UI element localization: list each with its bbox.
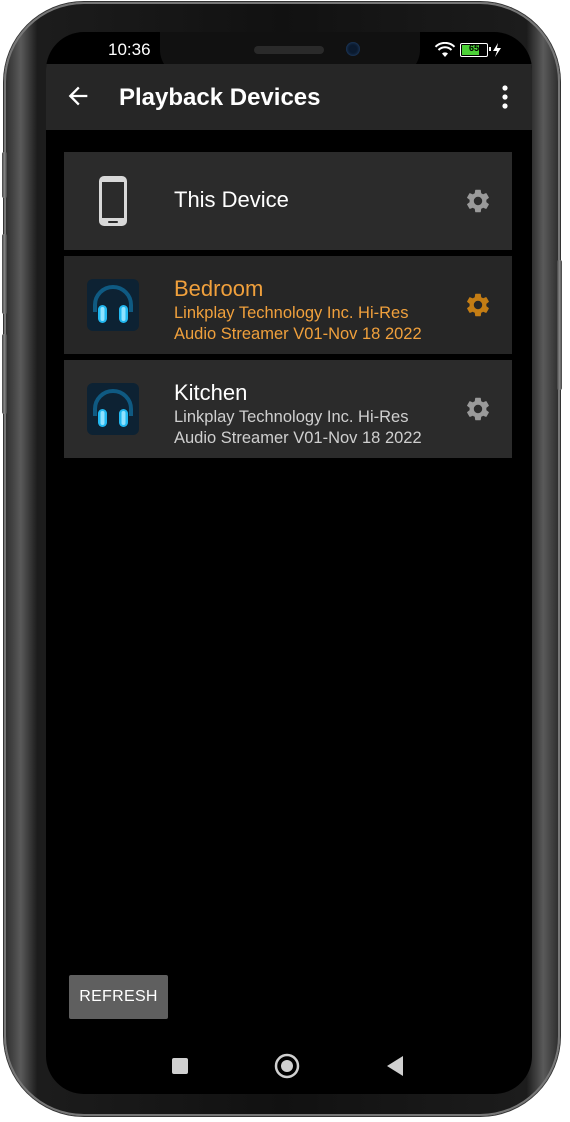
page-title: Playback Devices <box>119 84 321 111</box>
back-arrow-icon[interactable] <box>64 82 92 110</box>
home-circle-icon[interactable] <box>273 1052 301 1080</box>
volume-up-button <box>2 234 7 314</box>
battery-level: 65 <box>468 43 479 53</box>
volume-down-button <box>2 334 7 414</box>
device-description: Linkplay Technology Inc. Hi-Res Audio St… <box>174 407 474 449</box>
headphones-app-icon <box>87 279 139 331</box>
system-nav-bar <box>46 1038 532 1094</box>
screen: 10:36 65 Playback Devices This Device Be… <box>46 32 532 1094</box>
status-icons: 65 <box>434 42 502 58</box>
device-description-line2: Audio Streamer V01-Nov 18 2022 <box>174 325 422 343</box>
back-triangle-icon[interactable] <box>384 1054 406 1078</box>
device-name: This Device <box>174 187 289 212</box>
device-row-this-device[interactable]: This Device <box>64 152 512 250</box>
more-options-icon[interactable] <box>500 84 510 110</box>
refresh-button[interactable]: REFRESH <box>69 975 168 1019</box>
phone-icon <box>99 176 127 226</box>
phone-frame: 10:36 65 Playback Devices This Device Be… <box>2 2 562 1116</box>
headphones-app-icon <box>87 383 139 435</box>
side-button <box>2 152 7 198</box>
settings-gear-icon[interactable] <box>464 187 492 215</box>
device-name: Bedroom <box>174 276 264 301</box>
device-description-line1: Linkplay Technology Inc. Hi-Res <box>174 408 409 426</box>
settings-gear-icon[interactable] <box>464 291 492 319</box>
status-time: 10:36 <box>108 40 151 59</box>
app-bar: Playback Devices <box>46 64 532 130</box>
settings-gear-icon[interactable] <box>464 395 492 423</box>
front-camera <box>346 42 360 56</box>
device-description-line2: Audio Streamer V01-Nov 18 2022 <box>174 429 422 447</box>
wifi-icon <box>434 42 456 57</box>
device-list: This Device Bedroom Linkplay Technology … <box>64 152 512 464</box>
battery-icon: 65 <box>460 43 491 57</box>
device-name: Kitchen <box>174 380 248 405</box>
device-description: Linkplay Technology Inc. Hi-Res Audio St… <box>174 303 474 345</box>
recents-square-icon[interactable] <box>170 1056 190 1076</box>
charging-icon <box>493 43 501 57</box>
power-button <box>557 260 562 390</box>
device-row-kitchen[interactable]: Kitchen Linkplay Technology Inc. Hi-Res … <box>64 360 512 458</box>
earpiece-speaker <box>254 46 324 54</box>
device-description-line1: Linkplay Technology Inc. Hi-Res <box>174 304 409 322</box>
device-row-bedroom[interactable]: Bedroom Linkplay Technology Inc. Hi-Res … <box>64 256 512 354</box>
